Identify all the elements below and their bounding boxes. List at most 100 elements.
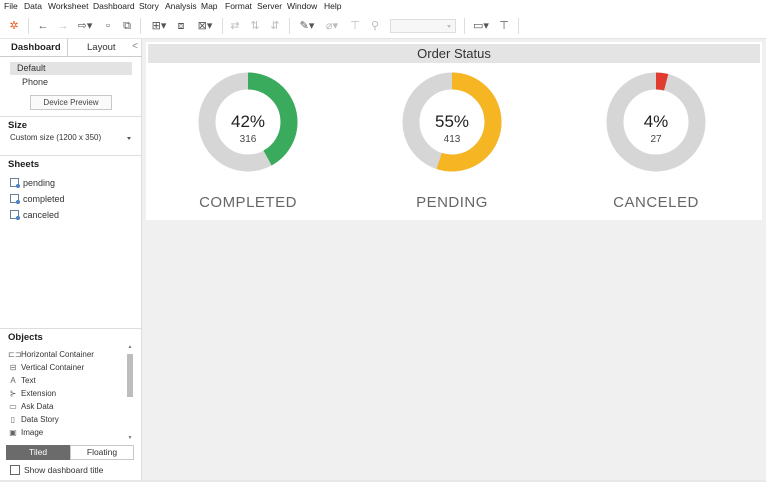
object-label: Vertical Container (21, 363, 85, 372)
save-icon[interactable]: ▫ (101, 18, 115, 34)
menu-map[interactable]: Map (201, 1, 218, 11)
new-datasource-icon[interactable]: ⧉ (120, 18, 134, 34)
object-data-story[interactable]: ▯ Data Story (8, 414, 59, 426)
kpi-count: 316 (239, 134, 257, 145)
extension-icon: ⊱ (9, 389, 17, 398)
objects-section-title: Objects (8, 332, 43, 343)
vertical-container-icon: ⊟ (9, 363, 17, 372)
kpi-count: 413 (443, 134, 461, 145)
kpi-label: COMPLETED (199, 194, 297, 211)
menu-file[interactable]: File (4, 1, 18, 11)
toolbar: ✲ ← → ⇨▾ ▫ ⧉ ⊞▾ ⧈ ⊠▾ ⇄ ⇅ ⇵ ✎▾ ⌀▾ ⊤ ⚲ ▭▾ … (0, 13, 766, 39)
label-icon[interactable]: ⊤ (348, 18, 362, 34)
object-label: Image (21, 428, 44, 437)
scroll-down-icon[interactable]: ▼ (127, 435, 133, 441)
dashboard-sheet: Order Status 42% 316 COMPLETED 55% 413 P… (146, 42, 762, 220)
new-worksheet-icon[interactable]: ⊞▾ (148, 18, 170, 34)
show-title-label: Show dashboard title (24, 465, 104, 475)
kpi-canceled[interactable]: 4% 27 CANCELED (556, 72, 756, 222)
sort-ascending-icon[interactable]: ⇅ (248, 18, 262, 34)
menu-help[interactable]: Help (324, 1, 341, 11)
object-label: Text (21, 376, 36, 385)
clear-sheet-icon[interactable]: ⊠▾ (194, 18, 216, 34)
toolbar-separator (222, 18, 223, 34)
object-horizontal-container[interactable]: ⊏⊐Horizontal Container (8, 349, 94, 361)
duplicate-icon[interactable]: ⧈ (174, 18, 188, 34)
tab-dashboard[interactable]: Dashboard (11, 42, 61, 53)
forward-arrow-icon[interactable]: → (56, 18, 70, 34)
kpi-completed[interactable]: 42% 316 COMPLETED (148, 72, 348, 222)
collapse-panel-icon[interactable]: < (132, 41, 138, 52)
object-extension[interactable]: ⊱ Extension (8, 388, 57, 400)
worksheet-icon (10, 178, 20, 188)
menu-analysis[interactable]: Analysis (165, 1, 197, 11)
fix-axes-icon[interactable]: ⚲ (368, 18, 382, 34)
menu-window[interactable]: Window (287, 1, 317, 11)
object-label: Ask Data (21, 402, 54, 411)
kpi-pending[interactable]: 55% 413 PENDING (352, 72, 552, 222)
show-cards-icon[interactable]: ▭▾ (471, 18, 491, 34)
highlight-icon[interactable]: ✎▾ (297, 18, 317, 34)
kpi-percent: 55% (434, 112, 470, 131)
tableau-logo-icon[interactable]: ✲ (8, 18, 20, 34)
objects-scrollbar[interactable]: ▲ ▼ (127, 344, 133, 441)
scroll-thumb[interactable] (127, 354, 133, 397)
object-label: Data Story (21, 415, 59, 424)
data-story-icon: ▯ (10, 415, 16, 424)
sheet-label: completed (23, 194, 65, 204)
presentation-mode-icon[interactable]: ⊤ (497, 18, 511, 34)
menu-dashboard[interactable]: Dashboard (93, 1, 135, 11)
scroll-up-icon[interactable]: ▲ (127, 344, 133, 350)
object-vertical-container[interactable]: ⊟ Vertical Container (8, 362, 85, 374)
kpi-percent: 42% (230, 112, 266, 131)
toolbar-separator (28, 18, 29, 34)
sheet-item-pending[interactable]: pending (10, 177, 55, 190)
redo-icon[interactable]: ⇨▾ (76, 18, 94, 34)
swap-icon[interactable]: ⇄ (228, 18, 242, 34)
toolbar-separator (140, 18, 141, 34)
image-icon: ▣ (9, 428, 17, 437)
object-label: Horizontal Container (21, 350, 94, 359)
ask-data-icon: ▭ (9, 402, 17, 411)
device-default[interactable]: Default (10, 62, 132, 75)
sort-descending-icon[interactable]: ⇵ (268, 18, 282, 34)
object-label: Extension (21, 389, 57, 398)
kpi-percent: 4% (643, 112, 669, 131)
tab-layout[interactable]: Layout (87, 42, 116, 53)
device-phone[interactable]: Phone (10, 76, 132, 89)
object-image[interactable]: ▣ Image (8, 427, 43, 439)
group-icon[interactable]: ⌀▾ (322, 18, 342, 34)
tiled-button[interactable]: Tiled (6, 445, 70, 460)
kpi-label: PENDING (416, 194, 488, 211)
device-preview-button[interactable]: Device Preview (30, 95, 112, 110)
size-dropdown[interactable]: Custom size (1200 x 350) (10, 133, 132, 145)
toolbar-separator (464, 18, 465, 34)
sheet-item-completed[interactable]: completed (10, 193, 65, 206)
menu-server[interactable]: Server (257, 1, 282, 11)
toolbar-separator (289, 18, 290, 34)
fit-dropdown[interactable] (390, 19, 456, 33)
menu-data[interactable]: Data (24, 1, 42, 11)
sheet-label: canceled (23, 210, 60, 220)
sheet-label: pending (23, 178, 56, 188)
menu-story[interactable]: Story (139, 1, 159, 11)
toolbar-separator (518, 18, 519, 34)
sheet-item-canceled[interactable]: canceled (10, 209, 59, 222)
dashboard-title[interactable]: Order Status (148, 44, 760, 63)
kpi-count: 27 (650, 134, 662, 145)
menu-worksheet[interactable]: Worksheet (48, 1, 88, 11)
object-text[interactable]: A Text (8, 375, 36, 387)
size-section-title: Size (8, 120, 28, 131)
floating-button[interactable]: Floating (70, 445, 134, 460)
object-ask-data[interactable]: ▭ Ask Data (8, 401, 53, 413)
tab-separator (67, 39, 68, 57)
back-arrow-icon[interactable]: ← (36, 18, 50, 34)
worksheet-icon (10, 194, 20, 204)
divider (0, 155, 141, 156)
panel-tabs: Dashboard Layout < (0, 39, 142, 57)
kpi-label: CANCELED (613, 194, 699, 211)
divider (0, 328, 141, 329)
worksheet-icon (10, 210, 20, 220)
show-title-checkbox[interactable] (10, 465, 20, 475)
menu-format[interactable]: Format (225, 1, 252, 11)
